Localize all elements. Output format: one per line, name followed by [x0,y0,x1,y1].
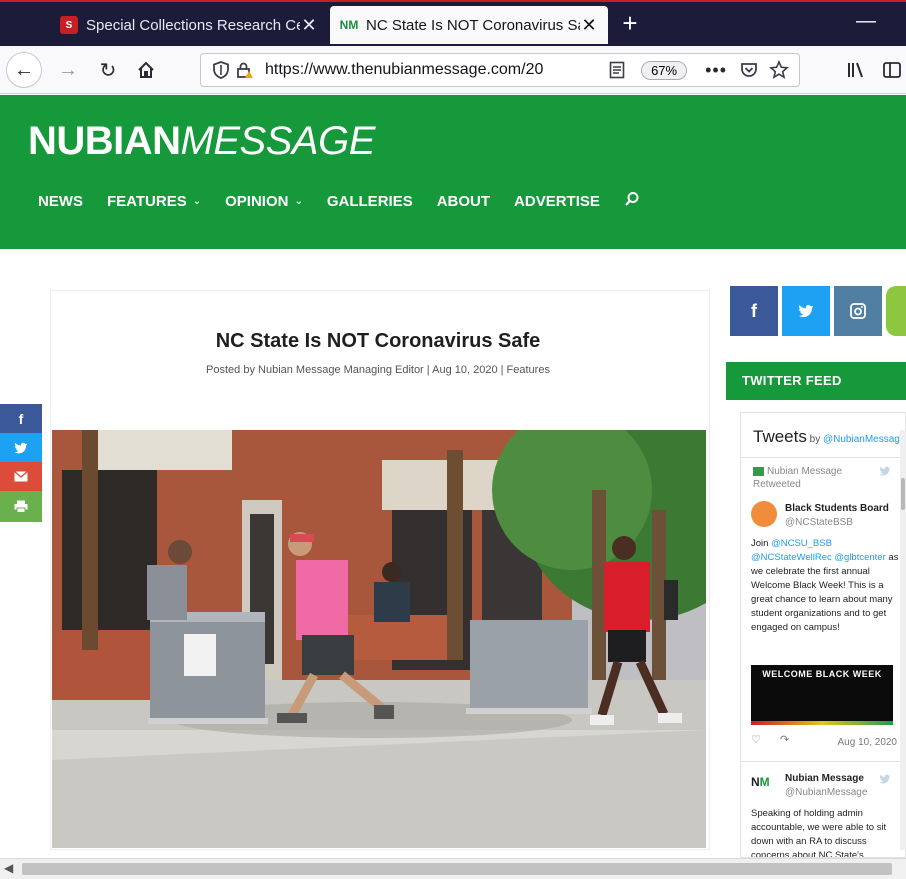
share-icon[interactable]: ↷ [780,734,789,746]
facebook-icon: f [18,410,24,427]
divider [741,457,905,458]
tweet-author-handle[interactable]: @NCStateBSB [785,517,853,528]
home-button[interactable] [128,52,164,88]
share-twitter-button[interactable] [0,433,42,462]
browser-tab-bar: S Special Collections Research Ce ✕ NM N… [0,0,906,46]
site-logo[interactable]: NUBIANMESSAGE [28,117,375,165]
category-link[interactable]: Features [507,364,550,376]
nubian-message-favicon-icon: NM [339,18,359,32]
retweet-label: Nubian Message Retweeted [753,466,843,490]
print-icon [14,500,28,513]
chevron-down-icon: ⌄ [294,196,303,207]
tweet-date[interactable]: Aug 10, 2020 [838,737,898,748]
divider [741,761,905,762]
mention-link[interactable]: @NCStateWellRec [751,552,832,563]
reload-icon: ↻ [99,59,117,82]
tab-title: NC State Is NOT Coronavirus Sa [366,16,580,34]
site-header: NUBIANMESSAGE NEWS FEATURES ⌄ OPINION ⌄ GA… [0,95,906,249]
close-tab-icon[interactable]: ✕ [580,15,598,36]
facebook-icon: f [751,300,757,321]
home-icon [138,61,154,78]
nubian-message-avatar[interactable]: NM [751,775,777,795]
twitter-timeline-widget: Tweets by @NubianMessage Nubian Message R… [740,412,906,858]
twitter-feed-heading: TWITTER FEED [726,362,906,400]
nav-item-galleries[interactable]: GALLERIES [327,193,413,210]
social-instagram-button[interactable] [834,286,882,336]
nav-item-features[interactable]: FEATURES ⌄ [107,193,201,210]
social-twitter-button[interactable] [782,286,830,336]
tweet-text: Join @NCSU_BSB @NCStateWellRec @glbtcent… [751,538,899,633]
new-tab-button[interactable]: + [616,8,644,40]
tweet-image[interactable]: WELCOME BLACK WEEK [751,665,893,725]
close-tab-icon[interactable]: ✕ [300,15,318,36]
instagram-icon [850,303,866,319]
tab-nubian-message[interactable]: NM NC State Is NOT Coronavirus Sa ✕ [330,6,608,44]
tweet-author-handle[interactable]: @NubianMessage [785,787,867,798]
author-link[interactable]: Nubian Message Managing Editor [258,364,424,376]
tab-title: Special Collections Research Ce [86,16,300,34]
timeline-handle-link[interactable]: @NubianMessage [823,434,905,445]
nav-item-news[interactable]: NEWS [38,193,83,210]
scrollbar-thumb[interactable] [901,478,905,510]
forward-arrow-icon: → [58,58,78,81]
horizontal-scrollbar[interactable]: ◀ [0,858,906,879]
zoom-level-button[interactable]: 67% [641,60,688,80]
twitter-bird-icon[interactable] [879,465,891,479]
tweet-text: Speaking of holding admin accountable, w… [751,808,887,858]
pocket-icon[interactable] [737,58,761,82]
browser-nav-bar: ← → ↻ https://www.thenubianmessage.com/2… [0,46,906,94]
tweets-title: Tweets by @NubianMessage [753,427,906,446]
scrollbar-thumb[interactable] [22,863,892,875]
shield-icon[interactable] [209,58,233,82]
share-facebook-button[interactable]: f [0,404,42,433]
forward-button[interactable]: → [50,52,86,88]
avatar[interactable] [751,501,777,527]
main-navigation: NEWS FEATURES ⌄ OPINION ⌄ GALLERIES ABOUT … [38,191,640,212]
email-icon [14,471,28,482]
page-actions-button[interactable]: ••• [705,60,727,81]
nav-item-about[interactable]: ABOUT [437,193,490,210]
reload-button[interactable]: ↻ [90,52,126,88]
post-date: Aug 10, 2020 [432,364,498,376]
twitter-icon [798,304,814,318]
nc-state-favicon-icon: S [60,16,78,34]
mention-link[interactable]: @glbtcenter [834,552,885,563]
nav-item-opinion[interactable]: OPINION ⌄ [225,193,303,210]
article-meta: Posted by Nubian Message Managing Editor… [206,364,550,376]
minimize-window-button[interactable]: — [852,10,880,38]
tab-special-collections[interactable]: S Special Collections Research Ce ✕ [50,6,328,44]
twitter-bird-icon[interactable] [879,773,891,787]
library-icon[interactable] [842,56,870,84]
article-featured-image [52,430,706,848]
tweet-author-name[interactable]: Nubian Message [785,773,864,784]
share-print-button[interactable] [0,491,42,522]
chevron-down-icon: ⌄ [192,196,202,207]
tweet-author-name[interactable]: Black Students Board [785,503,889,514]
url-text[interactable]: https://www.thenubianmessage.com/20 [265,61,605,79]
nav-item-advertise[interactable]: ADVERTISE [514,193,600,210]
sidebar-icon[interactable] [878,56,906,84]
reader-view-icon[interactable] [605,58,629,82]
retweet-icon [753,466,764,476]
timeline-scrollbar[interactable] [900,430,906,850]
share-email-button[interactable] [0,462,42,491]
mention-link[interactable]: @NCSU_BSB [771,538,832,549]
url-bar[interactable]: https://www.thenubianmessage.com/20 67% … [200,53,800,87]
twitter-icon [14,442,28,453]
article-title: NC State Is NOT Coronavirus Safe [215,330,541,352]
social-extra-button[interactable] [886,286,906,336]
search-icon[interactable] [624,191,640,212]
like-heart-icon[interactable]: ♡ [751,734,761,746]
back-arrow-icon: ← [14,58,34,81]
lock-warning-icon[interactable] [233,58,257,82]
back-button[interactable]: ← [6,52,42,88]
star-icon[interactable] [767,58,791,82]
scroll-left-icon[interactable]: ◀ [4,861,13,875]
social-facebook-button[interactable]: f [730,286,778,336]
